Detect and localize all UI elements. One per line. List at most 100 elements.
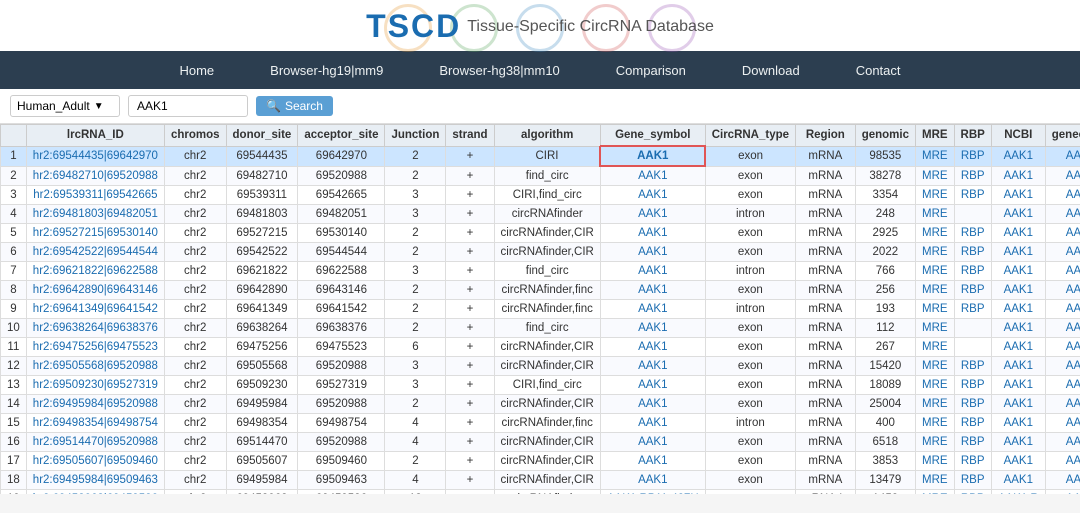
cell-rbp[interactable]: RBP [954, 300, 991, 319]
cell-lrcrna_id[interactable]: hr2:69505607|69509460 [26, 452, 164, 471]
cell-genecards[interactable]: AAK1 [1045, 262, 1080, 281]
cell-rbp[interactable]: RBP [954, 186, 991, 205]
cell-genecards[interactable]: AAK1 [1045, 243, 1080, 262]
cell-mre[interactable]: MRE [915, 433, 954, 452]
cell-lrcrna_id[interactable]: hr2:69641349|69641542 [26, 300, 164, 319]
cell-genecards[interactable]: AAK1 [1045, 281, 1080, 300]
cell-mre[interactable]: MRE [915, 319, 954, 338]
cell-lrcrna_id[interactable]: hr2:69481803|69482051 [26, 205, 164, 224]
cell-genecards[interactable]: AAK1 [1045, 452, 1080, 471]
cell-mre[interactable]: MRE [915, 471, 954, 490]
cell-mre[interactable]: MRE [915, 224, 954, 243]
cell-gene_symbol[interactable]: AAK1 [600, 262, 705, 281]
cell-rbp[interactable]: RBP [954, 243, 991, 262]
cell-ncbi[interactable]: AAK1 [991, 452, 1045, 471]
cell-rbp[interactable]: RBP [954, 414, 991, 433]
cell-lrcrna_id[interactable]: hr2:69527215|69530140 [26, 224, 164, 243]
cell-lrcrna_id[interactable]: hr2:69544435|69642970 [26, 146, 164, 166]
cell-genecards[interactable]: AAK1 [1045, 166, 1080, 186]
gene-search-input[interactable] [128, 95, 248, 117]
cell-lrcrna_id[interactable]: hr2:69509230|69527319 [26, 376, 164, 395]
cell-ncbi[interactable]: AAK1 [991, 243, 1045, 262]
cell-lrcrna_id[interactable]: hr2:69495984|69520988 [26, 395, 164, 414]
cell-ncbi[interactable]: AAK1 [991, 395, 1045, 414]
cell-ncbi[interactable]: AAK1 [991, 262, 1045, 281]
cell-gene_symbol[interactable]: AAK1 [600, 224, 705, 243]
cell-lrcrna_id[interactable]: hr2:69475256|69475523 [26, 338, 164, 357]
cell-ncbi[interactable]: AAK1 [991, 357, 1045, 376]
cell-ncbi[interactable]: AAK1 [991, 414, 1045, 433]
cell-genecards[interactable]: AAK1 [1045, 490, 1080, 495]
cell-ncbi[interactable]: AAK1 [991, 338, 1045, 357]
cell-lrcrna_id[interactable]: hr2:69539311|69542665 [26, 186, 164, 205]
nav-download[interactable]: Download [714, 51, 828, 89]
cell-mre[interactable]: MRE [915, 395, 954, 414]
cell-genecards[interactable]: AAK1 [1045, 186, 1080, 205]
search-button[interactable]: 🔍 Search [256, 96, 333, 116]
cell-rbp[interactable]: RBP [954, 433, 991, 452]
cell-rbp[interactable] [954, 338, 991, 357]
cell-lrcrna_id[interactable]: hr2:69458068|69459526 [26, 490, 164, 495]
cell-gene_symbol[interactable]: AAK1 [600, 357, 705, 376]
cell-lrcrna_id[interactable]: hr2:69621822|69622588 [26, 262, 164, 281]
nav-browser-hg38[interactable]: Browser-hg38|mm10 [411, 51, 587, 89]
cell-ncbi[interactable]: AAK1 [991, 376, 1045, 395]
cell-gene_symbol[interactable]: AAK1 [600, 300, 705, 319]
cell-rbp[interactable]: RBP [954, 224, 991, 243]
cell-genecards[interactable]: AAK1 [1045, 357, 1080, 376]
cell-ncbi[interactable]: AAK1 [991, 471, 1045, 490]
cell-rbp[interactable]: RBP [954, 146, 991, 166]
cell-mre[interactable]: MRE [915, 262, 954, 281]
cell-rbp[interactable] [954, 205, 991, 224]
cell-mre[interactable]: MRE [915, 281, 954, 300]
cell-lrcrna_id[interactable]: hr2:69642890|69643146 [26, 281, 164, 300]
cell-rbp[interactable]: RBP [954, 376, 991, 395]
cell-lrcrna_id[interactable]: hr2:69514470|69520988 [26, 433, 164, 452]
cell-mre[interactable]: MRE [915, 186, 954, 205]
cell-gene_symbol[interactable]: AAK1 [600, 243, 705, 262]
cell-lrcrna_id[interactable]: hr2:69498354|69498754 [26, 414, 164, 433]
cell-rbp[interactable] [954, 319, 991, 338]
cell-ncbi[interactable]: AAK1 [991, 224, 1045, 243]
cell-ncbi[interactable]: AAK1 [991, 319, 1045, 338]
cell-rbp[interactable]: RBP [954, 490, 991, 495]
cell-gene_symbol[interactable]: AAK1 [600, 471, 705, 490]
cell-genecards[interactable]: AAK1 [1045, 300, 1080, 319]
nav-comparison[interactable]: Comparison [588, 51, 714, 89]
cell-rbp[interactable]: RBP [954, 357, 991, 376]
cell-genecards[interactable]: AAK1 [1045, 338, 1080, 357]
cell-mre[interactable]: MRE [915, 205, 954, 224]
cell-genecards[interactable]: AAK1 [1045, 319, 1080, 338]
cell-ncbi[interactable]: AAK1 [991, 281, 1045, 300]
cell-mre[interactable]: MRE [915, 243, 954, 262]
cell-mre[interactable]: MRE [915, 146, 954, 166]
cell-genecards[interactable]: AAK1 [1045, 146, 1080, 166]
cell-lrcrna_id[interactable]: hr2:69482710|69520988 [26, 166, 164, 186]
cell-genecards[interactable]: AAK1 [1045, 433, 1080, 452]
cell-gene_symbol[interactable]: AAK1 [600, 338, 705, 357]
cell-mre[interactable]: MRE [915, 300, 954, 319]
cell-lrcrna_id[interactable]: hr2:69495984|69509463 [26, 471, 164, 490]
cell-ncbi[interactable]: AAK1,R [991, 490, 1045, 495]
cell-genecards[interactable]: AAK1 [1045, 205, 1080, 224]
cell-rbp[interactable]: RBP [954, 166, 991, 186]
cell-ncbi[interactable]: AAK1 [991, 300, 1045, 319]
cell-mre[interactable]: MRE [915, 338, 954, 357]
cell-gene_symbol[interactable]: AAK1 [600, 433, 705, 452]
cell-gene_symbol[interactable]: AAK1 [600, 414, 705, 433]
cell-ncbi[interactable]: AAK1 [991, 205, 1045, 224]
cell-genecards[interactable]: AAK1 [1045, 414, 1080, 433]
cell-gene_symbol[interactable]: AAK1,RP11-427H [600, 490, 705, 495]
nav-home[interactable]: Home [151, 51, 242, 89]
cell-gene_symbol[interactable]: AAK1 [600, 319, 705, 338]
cell-gene_symbol[interactable]: AAK1 [600, 146, 705, 166]
cell-mre[interactable]: MRE [915, 357, 954, 376]
cell-gene_symbol[interactable]: AAK1 [600, 395, 705, 414]
organism-dropdown[interactable]: Human_Adult ▼ [10, 95, 120, 117]
cell-ncbi[interactable]: AAK1 [991, 146, 1045, 166]
cell-rbp[interactable]: RBP [954, 262, 991, 281]
cell-genecards[interactable]: AAK1 [1045, 224, 1080, 243]
cell-mre[interactable]: MRE [915, 376, 954, 395]
cell-mre[interactable]: MRE [915, 490, 954, 495]
cell-mre[interactable]: MRE [915, 452, 954, 471]
